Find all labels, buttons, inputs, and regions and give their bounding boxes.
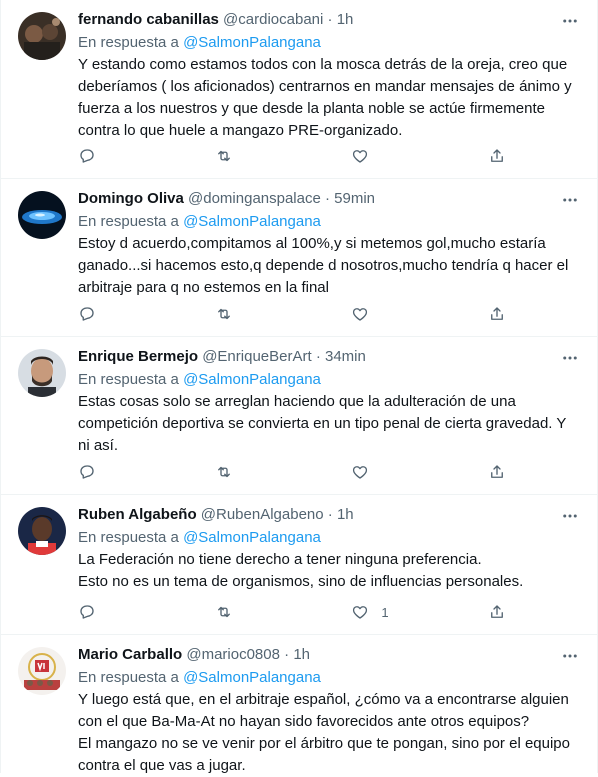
retweet-button[interactable] (215, 603, 275, 621)
tweet-text: Estas cosas solo se arreglan haciendo qu… (78, 393, 567, 454)
reply-context: En respuesta a @SalmonPalangana (78, 370, 581, 390)
reply-mention-link[interactable]: @SalmonPalangana (183, 669, 321, 686)
share-button[interactable] (488, 305, 508, 323)
reply-context: En respuesta a @SalmonPalangana (78, 668, 581, 688)
reply-button[interactable] (78, 305, 138, 323)
author-name[interactable]: fernando cabanillas (78, 11, 219, 28)
reply-button[interactable] (78, 603, 138, 621)
reply-context: En respuesta a @SalmonPalangana (78, 212, 581, 232)
avatar[interactable] (18, 12, 66, 60)
retweet-icon (217, 466, 230, 478)
reply-prefix: En respuesta a (78, 529, 179, 546)
tweet-actions (78, 145, 508, 167)
separator-dot: · (327, 11, 333, 28)
like-count: 1 (381, 604, 389, 620)
author-handle[interactable]: @dominganspalace (188, 190, 321, 207)
tweet-text: Y luego está que, en el arbitraje españo… (78, 691, 570, 774)
heart-icon (353, 466, 368, 479)
like-button[interactable] (351, 305, 411, 323)
reply-context: En respuesta a @SalmonPalangana (78, 528, 581, 548)
author-name[interactable]: Ruben Algabeño (78, 506, 197, 523)
separator-dot: · (327, 506, 333, 523)
share-icon (491, 307, 503, 320)
tweet[interactable]: Mario Carballo @marioc0808 · 1h En respu… (1, 635, 597, 774)
reply-icon (80, 307, 94, 321)
reply-icon (80, 149, 94, 163)
heart-icon (353, 150, 368, 163)
retweet-button[interactable] (215, 463, 275, 481)
tweet-actions (78, 461, 508, 483)
reply-icon (80, 605, 94, 619)
like-button[interactable] (351, 463, 411, 481)
timestamp[interactable]: 59min (334, 190, 375, 207)
reply-button[interactable] (78, 463, 138, 481)
retweet-icon (217, 150, 230, 162)
reply-mention-link[interactable]: @SalmonPalangana (183, 529, 321, 546)
reply-mention-link[interactable]: @SalmonPalangana (183, 34, 321, 51)
separator-dot: · (315, 348, 321, 365)
avatar-photo-icon (18, 647, 66, 695)
reply-context: En respuesta a @SalmonPalangana (78, 33, 581, 53)
tweet[interactable]: Ruben Algabeño @RubenAlgabeno · 1h En re… (1, 495, 597, 635)
reply-button[interactable] (78, 147, 138, 165)
avatar-photo-icon (18, 191, 66, 239)
share-button[interactable] (488, 463, 508, 481)
timestamp[interactable]: 1h (337, 506, 354, 523)
share-button[interactable] (488, 147, 508, 165)
separator-dot: · (325, 190, 330, 207)
separator-dot: · (284, 646, 290, 663)
like-button[interactable]: 1 (351, 603, 411, 621)
tweet-text: Estoy d acuerdo,compitamos al 100%,y si … (78, 235, 569, 296)
timestamp[interactable]: 1h (293, 646, 310, 663)
tweet-feed: fernando cabanillas @cardiocabani · 1h E… (0, 0, 598, 774)
avatar[interactable] (18, 647, 66, 695)
reply-mention-link[interactable]: @SalmonPalangana (183, 371, 321, 388)
retweet-button[interactable] (215, 305, 275, 323)
retweet-icon (217, 308, 230, 320)
reply-icon (80, 465, 94, 479)
author-handle[interactable]: @EnriqueBerArt (202, 348, 311, 365)
avatar-photo-icon (18, 12, 66, 60)
tweet-text: Y estando como estamos todos con la mosc… (78, 56, 572, 139)
tweet-actions: 1 (78, 601, 508, 623)
tweet-text: La Federación no tiene derecho a tener n… (78, 551, 524, 590)
author-handle[interactable]: @RubenAlgabeno (201, 506, 324, 523)
author-name[interactable]: Domingo Oliva (78, 190, 184, 207)
avatar-photo-icon (18, 507, 66, 555)
avatar[interactable] (18, 349, 66, 397)
retweet-icon (217, 606, 230, 618)
author-name[interactable]: Enrique Bermejo (78, 348, 198, 365)
share-icon (491, 605, 503, 618)
tweet[interactable]: fernando cabanillas @cardiocabani · 1h E… (1, 0, 597, 179)
author-name[interactable]: Mario Carballo (78, 646, 182, 663)
tweet[interactable]: Enrique Bermejo @EnriqueBerArt · 34min E… (1, 337, 597, 495)
reply-prefix: En respuesta a (78, 371, 179, 388)
share-icon (491, 149, 503, 162)
share-button[interactable] (488, 603, 508, 621)
tweet-actions (78, 303, 508, 325)
reply-prefix: En respuesta a (78, 34, 179, 51)
timestamp[interactable]: 1h (337, 11, 354, 28)
share-icon (491, 465, 503, 478)
author-handle[interactable]: @cardiocabani (223, 11, 323, 28)
reply-mention-link[interactable]: @SalmonPalangana (183, 213, 321, 230)
author-handle[interactable]: @marioc0808 (186, 646, 280, 663)
timestamp[interactable]: 34min (325, 348, 366, 365)
retweet-button[interactable] (215, 147, 275, 165)
like-button[interactable] (351, 147, 411, 165)
heart-icon (353, 308, 368, 321)
tweet[interactable]: Domingo Oliva @dominganspalace · 59min E… (1, 179, 597, 337)
avatar-photo-icon (18, 349, 66, 397)
avatar[interactable] (18, 507, 66, 555)
heart-icon (353, 606, 368, 619)
avatar[interactable] (18, 191, 66, 239)
reply-prefix: En respuesta a (78, 213, 179, 230)
reply-prefix: En respuesta a (78, 669, 179, 686)
